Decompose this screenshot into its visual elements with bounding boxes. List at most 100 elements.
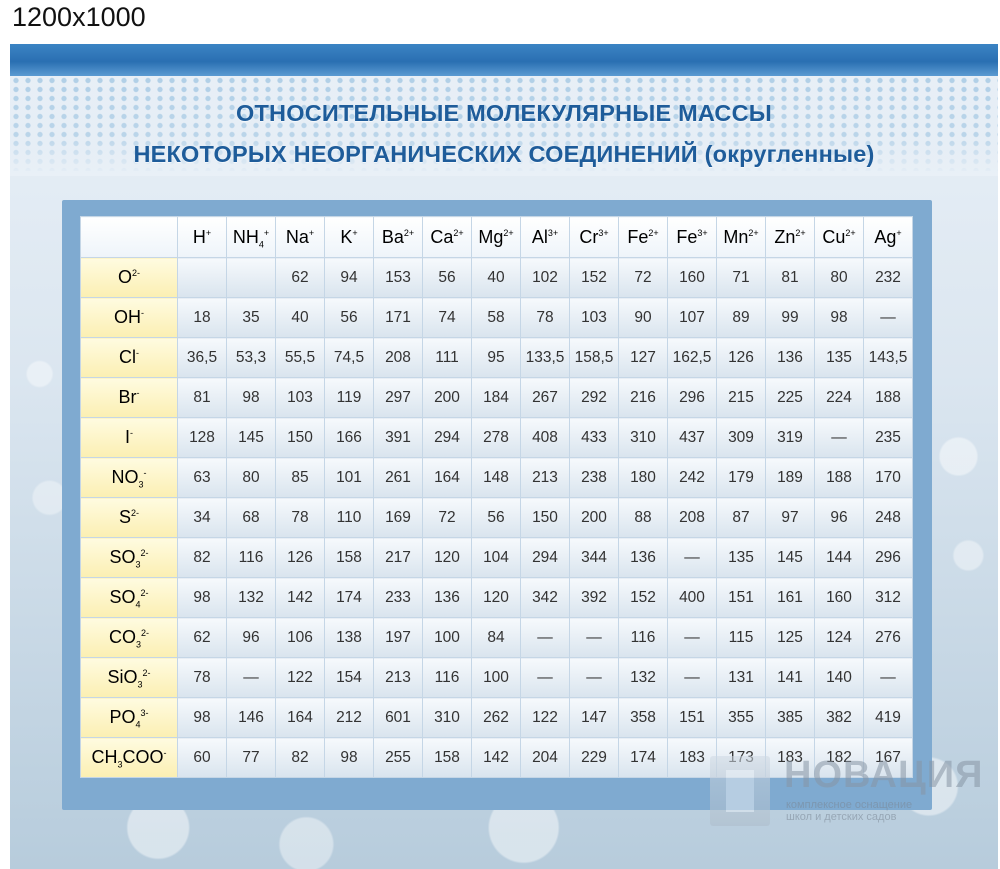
formula-base: SiO — [107, 667, 138, 687]
mass-value-cell: 116 — [226, 537, 276, 578]
formula-base: Mg — [478, 226, 504, 247]
mass-value-cell: 166 — [324, 417, 374, 458]
mass-value-cell: 103 — [275, 377, 325, 418]
mass-value-cell: 148 — [471, 457, 521, 498]
image-size-label: 1200x1000 — [12, 2, 146, 32]
mass-value-cell: 102 — [520, 257, 570, 298]
formula-subscript: 4 — [258, 239, 264, 250]
mass-value-cell: 72 — [422, 497, 472, 538]
mass-value-cell: 278 — [471, 417, 521, 458]
formula-charge: + — [352, 227, 358, 238]
mass-value-cell: 120 — [471, 577, 521, 618]
mass-value-cell: 136 — [422, 577, 472, 618]
mass-value-cell: 104 — [471, 537, 521, 578]
formula-base: SO — [109, 587, 136, 607]
formula-base: S — [118, 507, 131, 527]
mass-value-cell: — — [863, 297, 913, 338]
formula-subscript: 4 — [135, 719, 141, 730]
mass-value-cell: 128 — [177, 417, 227, 458]
cation-header: Cr3+ — [569, 216, 619, 258]
mass-value-cell: 141 — [765, 657, 815, 698]
anion-header: I- — [80, 417, 178, 458]
mass-value-cell — [226, 257, 276, 298]
mass-value-cell: 188 — [863, 377, 913, 418]
mass-value-cell: 96 — [226, 617, 276, 658]
novatsiya-watermark: НОВАЦИЯ комплексное оснащение школ и дет… — [710, 752, 998, 832]
mass-value-cell: 126 — [716, 337, 766, 378]
mass-value-cell: 81 — [177, 377, 227, 418]
formula-group: COO — [122, 747, 164, 767]
cation-header: Ba2+ — [373, 216, 423, 258]
mass-value-cell: 153 — [373, 257, 423, 298]
mass-value-cell: 158,5 — [569, 337, 619, 378]
formula-charge: 2- — [142, 668, 151, 678]
mass-value-cell: 120 — [422, 537, 472, 578]
mass-value-cell: 142 — [275, 577, 325, 618]
mass-value-cell: 97 — [765, 497, 815, 538]
mass-value-cell: 158 — [324, 537, 374, 578]
formula-base: CH — [91, 747, 118, 767]
table-row: SO42- 98 132 142 174 233 136 120 342 392 152 400 151… — [80, 577, 913, 618]
mass-value-cell: 152 — [618, 577, 668, 618]
mass-value-cell: 297 — [373, 377, 423, 418]
formula-charge: 2+ — [648, 227, 659, 238]
formula-charge: 3+ — [697, 227, 708, 238]
cation-header: Mg2+ — [471, 216, 521, 258]
formula-charge: 2+ — [748, 227, 759, 238]
mass-value-cell: 132 — [618, 657, 668, 698]
mass-value-cell: 98 — [324, 737, 374, 778]
mass-value-cell: 143,5 — [863, 337, 913, 378]
mass-value-cell: 238 — [569, 457, 619, 498]
formula-subscript: 3 — [137, 679, 143, 690]
mass-value-cell: 72 — [618, 257, 668, 298]
mass-value-cell: 63 — [177, 457, 227, 498]
mass-value-cell: 119 — [324, 377, 374, 418]
mass-value-cell: 164 — [275, 697, 325, 738]
formula-base: Mn — [723, 226, 749, 247]
anion-header: Br- — [80, 377, 178, 418]
table-body: O2- 62 94 153 56 40 102 152 72 160 71 81 80 232 OH- 18 3… — [80, 257, 913, 778]
poster: ОТНОСИТЕЛЬНЫЕ МОЛЕКУЛЯРНЫЕ МАССЫ НЕКОТОР… — [10, 44, 998, 869]
mass-value-cell: 232 — [863, 257, 913, 298]
mass-value-cell: 135 — [716, 537, 766, 578]
mass-value-cell: 200 — [569, 497, 619, 538]
mass-value-cell: 200 — [422, 377, 472, 418]
cation-header: Ag+ — [863, 216, 913, 258]
formula-base: K — [340, 226, 353, 247]
molecular-mass-table: H+ NH4+ Na+ K+ Ba2+ Ca2+ Mg2+ Al3+ Cr3+ Fe2+ Fe3+ M… — [80, 216, 913, 778]
formula-base: O — [117, 267, 132, 287]
mass-value-cell: 213 — [520, 457, 570, 498]
mass-value-cell: 174 — [618, 737, 668, 778]
mass-value-cell: 204 — [520, 737, 570, 778]
mass-value-cell: 208 — [373, 337, 423, 378]
formula-charge: 3+ — [598, 227, 609, 238]
mass-value-cell: — — [863, 657, 913, 698]
mass-value-cell: 56 — [422, 257, 472, 298]
mass-value-cell: 106 — [275, 617, 325, 658]
formula-base: SO — [109, 547, 136, 567]
cation-header: K+ — [324, 216, 374, 258]
formula-base: Zn — [774, 226, 796, 247]
mass-value-cell: 18 — [177, 297, 227, 338]
mass-value-cell: — — [520, 617, 570, 658]
mass-value-cell: 98 — [177, 697, 227, 738]
mass-value-cell: 276 — [863, 617, 913, 658]
table-row: Br- 81 98 103 119 297 200 184 267 292 216 296 215 225… — [80, 377, 913, 418]
anion-header: CH3COO- — [80, 737, 178, 778]
anion-header: PO43- — [80, 697, 178, 738]
mass-value-cell: 126 — [275, 537, 325, 578]
mass-value-cell: 138 — [324, 617, 374, 658]
mass-value-cell: — — [569, 657, 619, 698]
anion-header: SiO32- — [80, 657, 178, 698]
mass-value-cell: — — [814, 417, 864, 458]
mass-value-cell: 133,5 — [520, 337, 570, 378]
mass-value-cell: 229 — [569, 737, 619, 778]
mass-value-cell: — — [520, 657, 570, 698]
mass-value-cell: — — [569, 617, 619, 658]
table-row: I- 128 145 150 166 391 294 278 408 433 310 437 309 31… — [80, 417, 913, 458]
formula-base: Al — [531, 226, 548, 247]
mass-value-cell: 169 — [373, 497, 423, 538]
mass-value-cell: 99 — [765, 297, 815, 338]
anion-header: CO32- — [80, 617, 178, 658]
formula-charge: 2- — [140, 548, 149, 558]
